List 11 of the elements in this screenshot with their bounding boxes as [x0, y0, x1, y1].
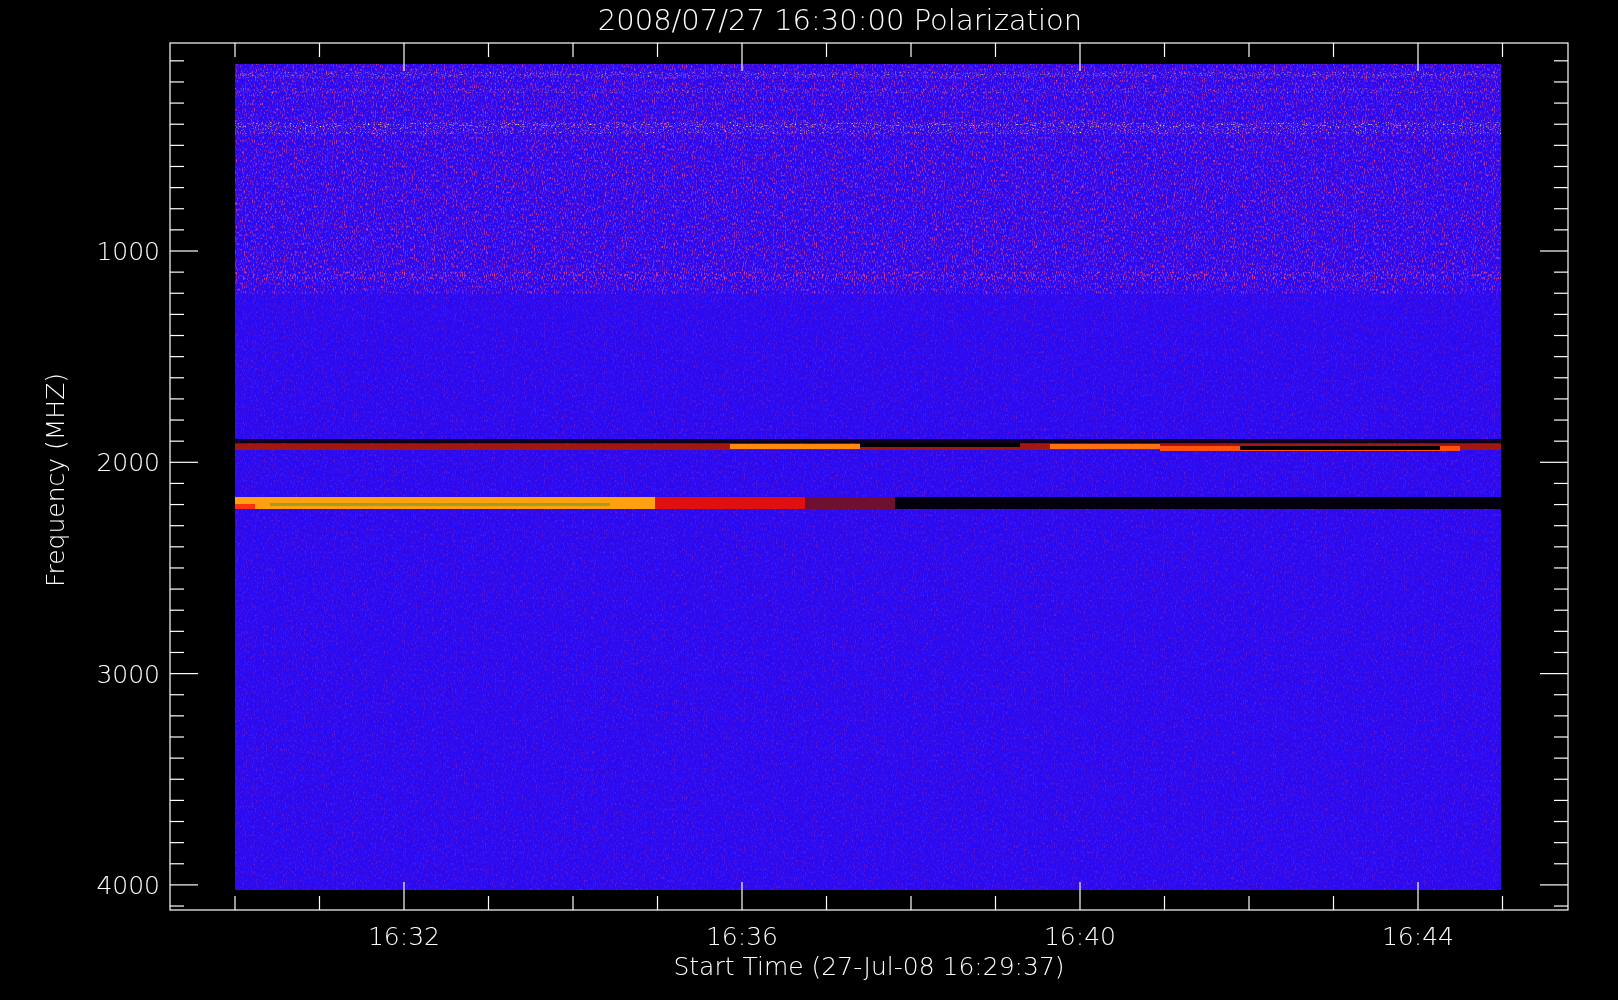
- y-tick-label: 1000: [96, 237, 160, 266]
- y-tick-label: 4000: [96, 870, 160, 900]
- x-tick-label: 16:36: [706, 922, 778, 951]
- x-tick-label: 16:32: [368, 922, 440, 951]
- x-tick-label: 16:40: [1044, 922, 1116, 951]
- y-tick-label: 2000: [96, 448, 160, 478]
- y-tick-label: 3000: [96, 659, 160, 689]
- x-axis-label: Start Time (27-Jul-08 16:29:37): [673, 952, 1065, 981]
- x-tick-label: 16:44: [1382, 922, 1454, 951]
- chart-title: 2008/07/27 16:30:00 Polarization: [597, 3, 1083, 37]
- y-axis-label: Frequency (MHZ): [41, 372, 70, 588]
